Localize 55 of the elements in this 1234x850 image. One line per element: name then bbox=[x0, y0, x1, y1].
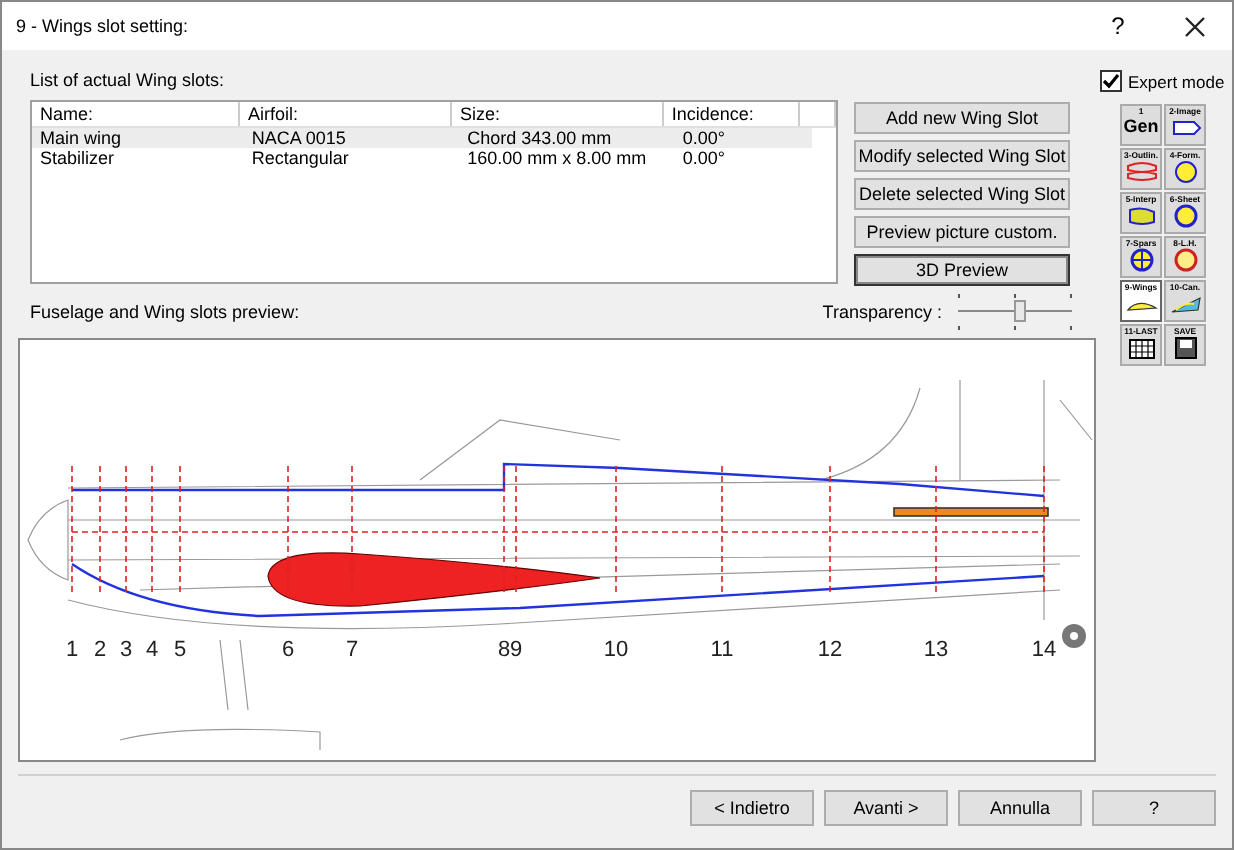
station-number: 11 bbox=[710, 638, 734, 662]
station-number: 14 bbox=[1031, 638, 1057, 662]
wizard-button[interactable]: < Indietro bbox=[690, 790, 814, 826]
table-cell-text: 0.00° bbox=[680, 148, 728, 168]
ring-icon bbox=[1169, 248, 1201, 272]
station-number: 10 bbox=[603, 638, 629, 662]
expert-mode-checkbox[interactable] bbox=[1100, 70, 1122, 92]
table-cell-text: 160.00 mm x 8.00 mm bbox=[465, 148, 649, 168]
circle-icon bbox=[1169, 160, 1201, 184]
cross-circle-icon bbox=[1125, 248, 1157, 272]
column-header[interactable]: Airfoil: bbox=[240, 102, 452, 126]
action-button[interactable]: 3D Preview bbox=[854, 254, 1070, 286]
slider-thumb[interactable] bbox=[1014, 300, 1027, 322]
station-number: 5 bbox=[173, 638, 187, 662]
expert-mode-label: Expert mode bbox=[1128, 71, 1225, 91]
grid-icon bbox=[1125, 336, 1157, 360]
table-cell-text: Stabilizer bbox=[38, 148, 117, 168]
table-cell-text: Main wing bbox=[38, 128, 124, 148]
station-number: 4 bbox=[145, 638, 159, 662]
table-cell-text: 0.00° bbox=[680, 128, 728, 148]
station-number: 3 bbox=[119, 638, 133, 662]
table-cell-text: NACA 0015 bbox=[249, 128, 348, 148]
table-cell-text: Rectangular bbox=[249, 148, 351, 168]
preview-label: Fuselage and Wing slots preview: bbox=[30, 302, 300, 322]
wizard-button[interactable]: Avanti > bbox=[824, 790, 948, 826]
station-number: 2 bbox=[93, 638, 107, 662]
station-number: 6 bbox=[281, 638, 295, 662]
station-number: 1 bbox=[65, 638, 79, 662]
action-button[interactable]: Delete selected Wing Slot bbox=[854, 178, 1070, 210]
arrow-shape-icon bbox=[1169, 116, 1201, 140]
ring-icon bbox=[1169, 204, 1201, 228]
close-icon bbox=[1183, 15, 1205, 37]
slot-row[interactable]: Main wing NACA 0015 Chord 343.00 mm 0.00° bbox=[32, 128, 812, 148]
wheel-icon bbox=[1062, 624, 1086, 648]
slot-row[interactable]: Stabilizer Rectangular 160.00 mm x 8.00 mm 0.00° bbox=[32, 148, 812, 168]
station-number: 8 bbox=[497, 638, 511, 662]
transparency-label: Transparency : bbox=[822, 302, 942, 322]
station-number: 9 bbox=[509, 638, 523, 662]
station-number: 7 bbox=[345, 638, 359, 662]
action-button[interactable]: Modify selected Wing Slot bbox=[854, 140, 1070, 172]
action-button[interactable]: Add new Wing Slot bbox=[854, 102, 1070, 134]
station-number: 12 bbox=[817, 638, 843, 662]
canopy-icon bbox=[1169, 292, 1201, 316]
wizard-button[interactable]: ? bbox=[1092, 790, 1216, 826]
action-button[interactable]: Preview picture custom. bbox=[854, 216, 1070, 248]
column-header[interactable]: Name: bbox=[32, 102, 241, 126]
window-title: 9 - Wings slot setting: bbox=[16, 16, 189, 36]
station-number: 13 bbox=[923, 638, 949, 662]
table-cell-text: Chord 343.00 mm bbox=[465, 128, 614, 148]
transparency-slider[interactable] bbox=[958, 294, 1072, 330]
column-header[interactable]: Size: bbox=[451, 102, 664, 126]
wizard-button[interactable]: Annulla bbox=[958, 790, 1082, 826]
slots-list-label: List of actual Wing slots: bbox=[30, 70, 227, 90]
column-header[interactable]: Incidence: bbox=[663, 102, 800, 126]
outline-icon bbox=[1125, 160, 1157, 184]
